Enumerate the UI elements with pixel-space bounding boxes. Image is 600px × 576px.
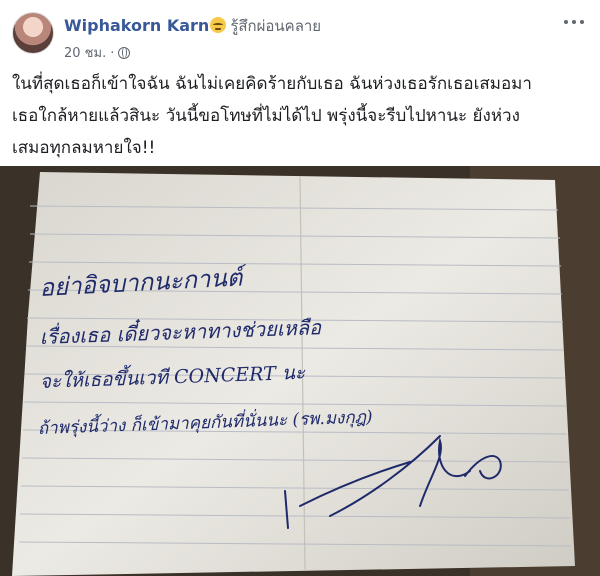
post-text-line: เสมอทุกลมหายใจ!! — [12, 138, 156, 158]
more-options-button[interactable] — [562, 14, 586, 30]
post-timestamp[interactable]: 20 ชม. — [64, 46, 106, 61]
dot-icon — [572, 20, 576, 24]
globe-icon[interactable] — [118, 47, 131, 59]
post-meta: 20 ชม. · — [64, 42, 131, 63]
post-header: Wiphakorn Karn รู้สึกผ่อนคลาย 20 ชม. · — [0, 0, 600, 68]
dot-icon — [564, 20, 568, 24]
post-text-line: เธอใกล้หายแล้วสินะ วันนี้ขอโทษที่ไม่ได้ไ… — [12, 106, 520, 126]
author-avatar[interactable] — [12, 12, 54, 54]
feeling-text: รู้สึกผ่อนคลาย — [230, 17, 322, 35]
author-line: Wiphakorn Karn รู้สึกผ่อนคลาย — [64, 14, 321, 38]
post-text: ในที่สุดเธอก็เข้าใจฉัน ฉันไม่เคยคิดร้ายก… — [12, 68, 588, 164]
handwritten-note-image: อย่าอิจบากนะกานต์ เรื่องเธอ เดี๋ยวจะหาทา… — [0, 166, 600, 576]
post-text-line: ในที่สุดเธอก็เข้าใจฉัน ฉันไม่เคยคิดร้ายก… — [12, 74, 532, 94]
dot-icon — [580, 20, 584, 24]
post-photo[interactable]: อย่าอิจบากนะกานต์ เรื่องเธอ เดี๋ยวจะหาทา… — [0, 166, 600, 576]
meta-separator: · — [110, 46, 115, 61]
author-name[interactable]: Wiphakorn Karn — [64, 16, 209, 35]
relieved-face-emoji-icon — [210, 17, 227, 33]
